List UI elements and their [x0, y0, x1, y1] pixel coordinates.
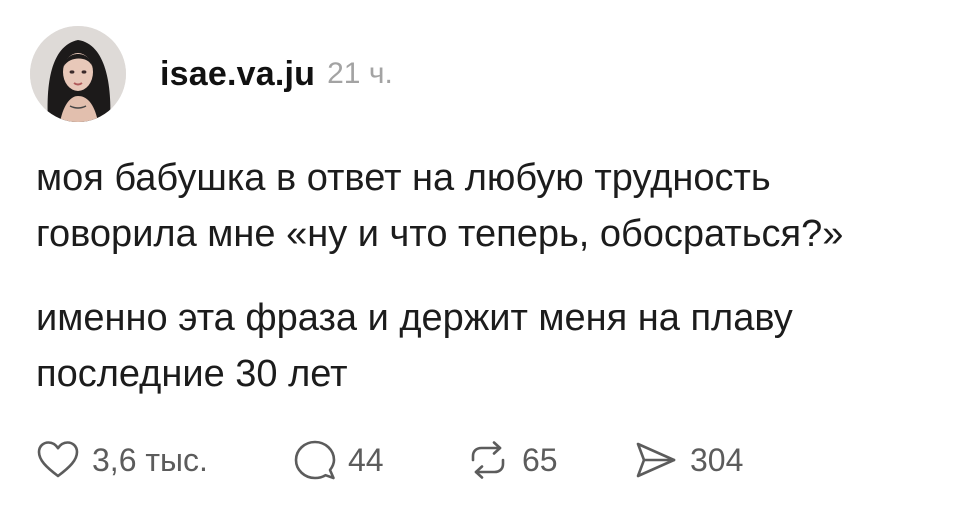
repost-arrows-icon	[466, 440, 510, 480]
speech-bubble-icon	[294, 439, 336, 481]
post-paragraph: моя бабушка в ответ на любую трудность г…	[36, 157, 844, 255]
post-header: isae.va.ju 21 ч.	[30, 24, 393, 124]
repost-count: 65	[522, 441, 558, 478]
repost-button[interactable]: 65	[466, 440, 634, 480]
reply-button[interactable]: 44	[294, 439, 466, 481]
avatar[interactable]	[30, 26, 126, 122]
like-count: 3,6 тыс.	[92, 441, 208, 478]
post-paragraph: именно эта фраза и держит меня на плаву …	[36, 297, 793, 395]
reply-count: 44	[348, 441, 384, 478]
share-count: 304	[690, 441, 744, 478]
post-body: моя бабушка в ответ на любую трудность г…	[36, 150, 936, 402]
post-actions: 3,6 тыс. 44 65 304	[36, 432, 814, 488]
send-arrow-icon	[634, 440, 678, 480]
post-card: isae.va.ju 21 ч. моя бабушка в ответ на …	[0, 0, 960, 505]
like-button[interactable]: 3,6 тыс.	[36, 440, 294, 480]
author-username[interactable]: isae.va.ju	[160, 55, 315, 94]
heart-icon	[36, 440, 80, 480]
share-button[interactable]: 304	[634, 440, 814, 480]
post-timestamp: 21 ч.	[327, 57, 393, 90]
avatar-image	[30, 26, 126, 122]
